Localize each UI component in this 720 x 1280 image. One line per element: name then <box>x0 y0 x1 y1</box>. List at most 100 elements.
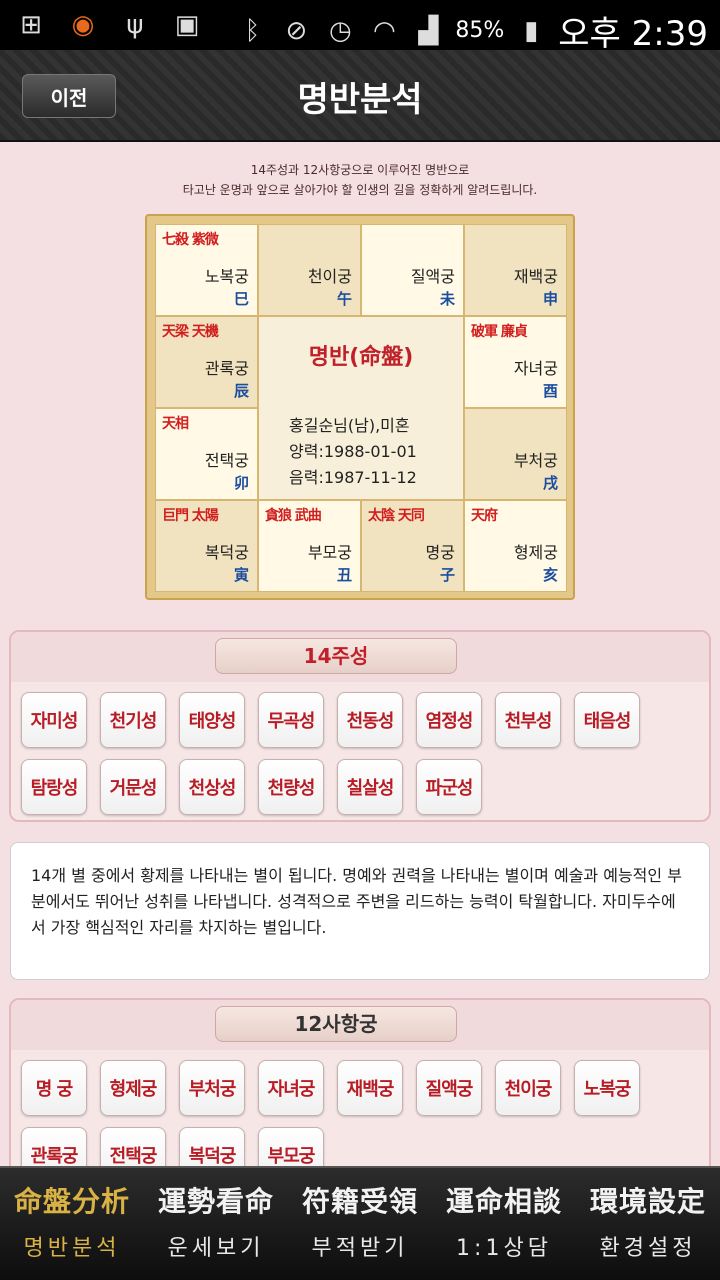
nav-item[interactable]: 運命相談 1:1상담 <box>432 1168 576 1280</box>
solar-birthdate: 양력:1988-01-01 <box>289 442 417 461</box>
chart-cell: 破軍 廉貞 자녀궁 酉 <box>464 316 567 408</box>
cell-stars: 太陰 天同 <box>368 508 425 524</box>
cell-stars: 七殺 紫微 <box>162 232 219 248</box>
star-button[interactable]: 칠살성 <box>337 759 403 815</box>
intro-line: 타고난 운명과 앞으로 살아가야 할 인생의 길을 정확하게 알려드립니다. <box>182 183 538 197</box>
cell-stars: 天梁 天機 <box>162 324 219 340</box>
person-name: 홍길순님(남),미혼 <box>289 416 410 435</box>
cell-branch: 午 <box>336 290 352 308</box>
chart-cell: 질액궁 未 <box>361 224 464 316</box>
nav-hanja: 符籍受領 <box>301 1185 418 1218</box>
nav-label: 명반분석 <box>23 1236 121 1261</box>
cell-branch: 申 <box>542 290 558 308</box>
intro-line: 14주성과 12사항궁으로 이루어진 명반으로 <box>250 163 470 177</box>
person-info: 홍길순님(남),미혼 양력:1988-01-01 음력:1987-11-12 <box>289 413 417 491</box>
wifi-icon: ◠ <box>373 15 396 46</box>
alarm-icon: ◷ <box>329 15 352 46</box>
chart-center: 명반(命盤) 홍길순님(남),미혼 양력:1988-01-01 음력:1987-… <box>258 316 464 500</box>
star-button[interactable]: 탐랑성 <box>21 759 87 815</box>
cell-palace: 부모궁 <box>307 543 352 562</box>
star-button[interactable]: 자미성 <box>21 692 87 748</box>
nav-item[interactable]: 命盤分析 명반분석 <box>0 1168 144 1280</box>
section-title: 12사항궁 <box>215 1006 457 1042</box>
cell-branch: 酉 <box>542 382 558 400</box>
clock: 오후 2:39 <box>558 14 708 54</box>
star-button[interactable]: 천동성 <box>337 692 403 748</box>
star-button[interactable]: 무곡성 <box>258 692 324 748</box>
star-button[interactable]: 태양성 <box>179 692 245 748</box>
chart-title: 명반(命盤) <box>308 345 414 370</box>
cell-branch: 辰 <box>233 382 249 400</box>
palace-button[interactable]: 형제궁 <box>100 1060 166 1116</box>
chart-cell: 부처궁 戌 <box>464 408 567 500</box>
chart-cell: 天府 형제궁 亥 <box>464 500 567 592</box>
chart-cell: 天梁 天機 관록궁 辰 <box>155 316 258 408</box>
cell-palace: 천이궁 <box>307 267 352 286</box>
headphones-icon: ◉ <box>71 10 95 40</box>
cell-stars: 天相 <box>162 416 189 432</box>
usb-icon: ψ <box>126 10 144 40</box>
cell-palace: 노복궁 <box>204 267 249 286</box>
palace-button[interactable]: 자녀궁 <box>258 1060 324 1116</box>
signal-icon: ▟ <box>418 15 439 46</box>
cell-branch: 子 <box>439 566 455 584</box>
palace-button[interactable]: 명 궁 <box>21 1060 87 1116</box>
cell-stars: 巨門 太陽 <box>162 508 219 524</box>
star-button[interactable]: 염정성 <box>416 692 482 748</box>
cell-branch: 寅 <box>233 566 249 584</box>
cell-branch: 巳 <box>233 290 249 308</box>
chart-cell: 太陰 天同 명궁 子 <box>361 500 464 592</box>
star-button[interactable]: 천량성 <box>258 759 324 815</box>
nav-hanja: 命盤分析 <box>13 1185 130 1218</box>
star-button[interactable]: 거문성 <box>100 759 166 815</box>
nav-item[interactable]: 符籍受領 부적받기 <box>288 1168 432 1280</box>
destiny-chart: 명반(命盤) 홍길순님(남),미혼 양력:1988-01-01 음력:1987-… <box>145 214 575 600</box>
nav-item[interactable]: 環境設定 환경설정 <box>576 1168 720 1280</box>
cell-branch: 丑 <box>336 566 352 584</box>
page-title: 명반분석 <box>297 80 423 120</box>
chart-cell: 七殺 紫微 노복궁 巳 <box>155 224 258 316</box>
battery-icon: ▮ <box>524 15 539 46</box>
cell-stars: 天府 <box>471 508 498 524</box>
nav-item[interactable]: 運勢看命 운세보기 <box>144 1168 288 1280</box>
chart-cell: 天相 전택궁 卯 <box>155 408 258 500</box>
section-title: 14주성 <box>215 638 457 674</box>
cell-palace: 형제궁 <box>513 543 558 562</box>
cell-palace: 명궁 <box>425 543 455 562</box>
star-button[interactable]: 천상성 <box>179 759 245 815</box>
cell-palace: 관록궁 <box>204 359 249 378</box>
bluetooth-icon: ᛒ <box>244 15 261 46</box>
palace-button[interactable]: 노복궁 <box>574 1060 640 1116</box>
palace-button[interactable]: 천이궁 <box>495 1060 561 1116</box>
cell-branch: 戌 <box>542 474 558 492</box>
palaces-section: 12사항궁 명 궁 형제궁 부처궁 자녀궁 재백궁 질액궁 천이궁 노복궁 관록궁 전택궁 복덕궁 부… <box>9 998 711 1188</box>
palace-button[interactable]: 부처궁 <box>179 1060 245 1116</box>
cell-palace: 복덕궁 <box>204 543 249 562</box>
nav-hanja: 環境設定 <box>589 1185 706 1218</box>
bottom-navigation: 命盤分析 명반분석 運勢看命 운세보기 符籍受領 부적받기 運命相談 1:1상담 環境設定 환경설… <box>0 1166 720 1280</box>
mute-icon: ⊘ <box>285 15 308 46</box>
cell-stars: 貪狼 武曲 <box>265 508 322 524</box>
chart-cell: 천이궁 午 <box>258 224 361 316</box>
cell-palace: 재백궁 <box>513 267 558 286</box>
palace-button[interactable]: 재백궁 <box>337 1060 403 1116</box>
plus-icon: ⊞ <box>20 10 42 40</box>
cell-palace: 부처궁 <box>513 451 558 470</box>
nav-hanja: 運勢看命 <box>157 1185 274 1218</box>
cell-branch: 卯 <box>233 474 249 492</box>
nav-label: 부적받기 <box>311 1236 409 1261</box>
cell-palace: 자녀궁 <box>513 359 558 378</box>
cell-stars: 破軍 廉貞 <box>471 324 528 340</box>
star-button[interactable]: 파군성 <box>416 759 482 815</box>
star-button[interactable]: 태음성 <box>574 692 640 748</box>
chart-cell: 巨門 太陽 복덕궁 寅 <box>155 500 258 592</box>
nav-hanja: 運命相談 <box>445 1185 562 1218</box>
star-button[interactable]: 천부성 <box>495 692 561 748</box>
cell-branch: 亥 <box>542 566 558 584</box>
title-bar: 이전 명반분석 <box>0 50 720 142</box>
star-button[interactable]: 천기성 <box>100 692 166 748</box>
palace-button[interactable]: 질액궁 <box>416 1060 482 1116</box>
lunar-birthdate: 음력:1987-11-12 <box>289 468 417 487</box>
chart-cell: 貪狼 武曲 부모궁 丑 <box>258 500 361 592</box>
cell-palace: 전택궁 <box>204 451 249 470</box>
